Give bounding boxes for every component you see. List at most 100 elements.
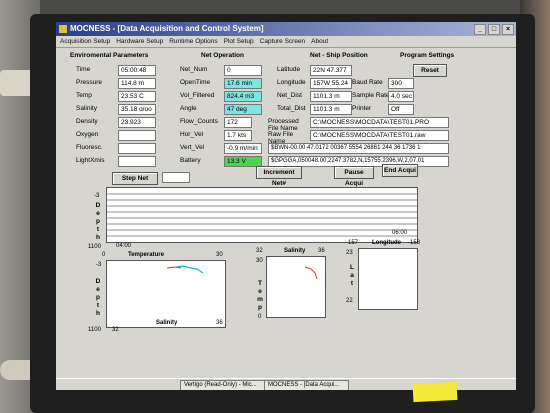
ship-label: Total_Dist [277, 105, 306, 112]
net-num-field: 0 [224, 65, 262, 76]
ts-plot-ymax: 1100 [88, 327, 101, 333]
ts-plot-top-right: 30 [216, 252, 223, 258]
axis-letter: p [96, 218, 100, 225]
axis-letter: e [96, 286, 100, 293]
angle-field: 47 deg [224, 104, 262, 115]
time-field: 05:00:48 [118, 65, 156, 76]
axis-letter: e [96, 210, 100, 217]
net-label: Flow_Counts [180, 118, 218, 125]
depth-plot-xstart: 04:00 [116, 243, 132, 249]
step-net-button[interactable]: Step Net [112, 172, 158, 185]
tsal-plot-xleft: 32 [256, 248, 263, 254]
axis-letter: t [96, 302, 100, 309]
minimize-button[interactable]: _ [474, 24, 486, 35]
lon-plot-xright: -158 [408, 240, 421, 246]
oxygen-field [118, 130, 156, 141]
lat-lon-plot [358, 248, 418, 310]
processed-file-label: Processed File Name [268, 118, 299, 132]
lon-plot-ylabel: Lat [348, 264, 356, 288]
app-icon [59, 25, 67, 33]
tsal-plot-xright: 36 [318, 248, 325, 254]
axis-letter: t [96, 226, 100, 233]
maximize-button[interactable]: □ [488, 24, 500, 35]
net-label: Battery [180, 157, 201, 164]
net-dist-field: 1101.3 m [310, 91, 352, 102]
sample-rate-field: 4.0 sec [388, 91, 414, 102]
axis-letter: p [258, 304, 262, 311]
temp-salinity-depth-svg [166, 265, 204, 274]
density-field: 23.923 [118, 117, 156, 128]
menu-runtime-options[interactable]: Runtime Options [169, 36, 217, 47]
tsal-plot-ylabel: Temp [256, 280, 264, 312]
axis-letter: h [96, 310, 100, 317]
depth-plot-xend: 06:00 [392, 230, 408, 236]
axis-letter: D [95, 202, 101, 209]
depth-time-plot [106, 187, 418, 243]
end-acqui-button[interactable]: End Acqui [382, 164, 418, 177]
axis-letter: a [350, 272, 354, 279]
ship-header: Net - Ship Position [310, 52, 368, 59]
env-header: Enviromental Parameters [70, 52, 149, 59]
monitor-screen: MOCNESS - [Data Acquisition and Control … [56, 22, 516, 390]
flow-counts-field: 172 [224, 117, 252, 128]
depth-plot-ymin: -3 [94, 193, 100, 199]
net-label: OpenTime [180, 79, 211, 86]
ship-label: Latitude [277, 66, 301, 73]
depth-time-plot-svg [107, 193, 417, 237]
ts-plot-ymin: -3 [96, 262, 102, 268]
depth-plot-ylabel: Depth [94, 202, 102, 242]
ship-label: Longitude [277, 79, 306, 86]
ts-plot-bottom-right: 36 [216, 320, 223, 326]
window-title: MOCNESS - [Data Acquisition and Control … [70, 24, 264, 33]
lightxmis-field [118, 156, 156, 167]
menu-plot-setup[interactable]: Plot Setup [224, 36, 254, 47]
open-time-field: 17.6 min [224, 78, 262, 89]
env-label: Temp [76, 92, 92, 99]
menu-capture-screen[interactable]: Capture Screen [260, 36, 306, 47]
lon-plot-ytop: 23 [346, 250, 353, 256]
menu-acquisition-setup[interactable]: Acquisition Setup [60, 36, 110, 47]
axis-letter: e [258, 288, 262, 295]
taskbar-item-mocness[interactable]: MOCNESS - [Data Acqui... [264, 380, 349, 390]
salinity-field: 35.18 o/oo [118, 104, 156, 115]
title-bar: MOCNESS - [Data Acquisition and Control … [56, 22, 516, 36]
menu-bar: Acquisition Setup Hardware Setup Runtime… [56, 36, 516, 48]
net-header: Net Operation [201, 52, 244, 59]
net-label: Vert_Vel [180, 144, 205, 151]
axis-letter: t [350, 280, 354, 287]
printer-field: Off [388, 104, 414, 115]
lon-plot-title: Longitude [372, 240, 401, 246]
axis-letter: m [257, 296, 263, 303]
net-label: Hor_Vel [180, 131, 204, 138]
depth-plot-ymax: 1100 [88, 244, 101, 250]
menu-hardware-setup[interactable]: Hardware Setup [116, 36, 163, 47]
temp-vs-salinity-plot [266, 256, 326, 318]
total-dist-field: 1101.3 m [310, 104, 352, 115]
menu-about[interactable]: About [311, 36, 328, 47]
step-net-input[interactable] [162, 172, 190, 183]
raw-file-field: C:\MOCNESS\MOCDATA\TEST01.raw [310, 130, 449, 141]
yellow-sticker [412, 381, 458, 403]
tsal-plot-ytop: 30 [256, 258, 263, 264]
tsal-plot-title: Salinity [284, 248, 306, 254]
net-label: Net_Num [180, 66, 208, 73]
close-button[interactable]: × [502, 24, 514, 35]
reset-button[interactable]: Reset [413, 64, 447, 77]
taskbar-item-vertigo[interactable]: Vertigo (Read-Only) - Mic... [180, 380, 265, 390]
tsal-plot-ybottom: 0 [258, 314, 262, 320]
data-string-1: $BWN-00.00 47.0172 00367 5554 26861 244 … [268, 143, 449, 154]
pressure-field: 114.8 m [118, 78, 156, 89]
program-label: Baud Rate [352, 79, 383, 86]
processed-file-field: C:\MOCNESS\MOCDATA\TEST01.PRO [310, 117, 449, 128]
axis-letter: D [95, 278, 101, 285]
pause-acqui-button[interactable]: Pause Acqui [334, 166, 374, 187]
lon-plot-xleft: -157 [346, 240, 359, 246]
env-label: Pressure [76, 79, 103, 86]
program-header: Program Settings [400, 52, 455, 59]
ts-plot-bottom-left: 32 [112, 327, 119, 333]
ts-plot-top-title: Temperature [128, 252, 164, 258]
lon-plot-ybottom: 22 [346, 298, 353, 304]
env-label: Oxygen [76, 131, 99, 138]
program-label: Sample Rate [352, 92, 390, 99]
increment-net-button[interactable]: Increment Net# [256, 166, 302, 187]
